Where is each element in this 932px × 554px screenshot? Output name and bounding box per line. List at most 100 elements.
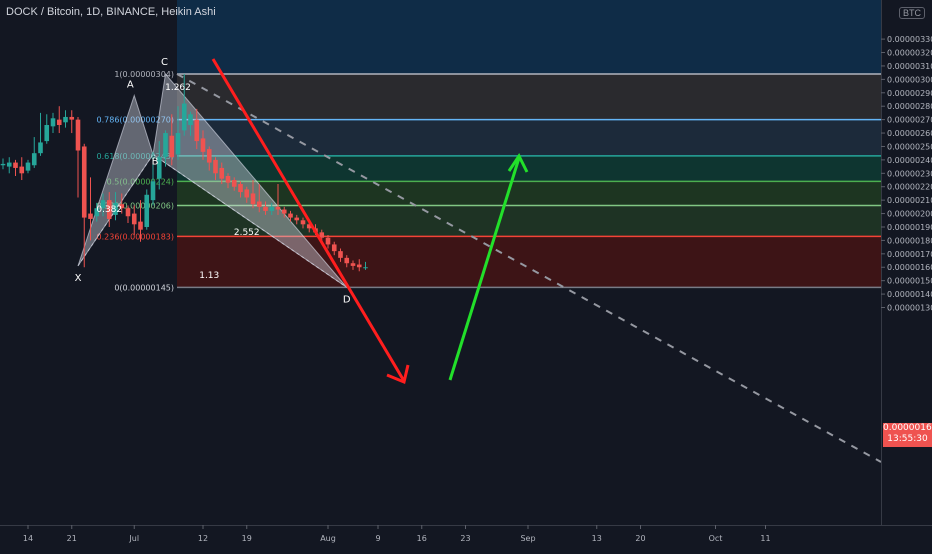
candle-body (325, 237, 331, 245)
time-tick-label: 23 (460, 534, 470, 543)
time-tick-label: 19 (242, 534, 252, 543)
candle-body (188, 114, 193, 125)
currency-badge: BTC (899, 7, 925, 19)
time-tick-label: 20 (635, 534, 645, 543)
candle-body (169, 135, 175, 158)
fib-level-label: 0.236(0.00000183) (97, 232, 175, 241)
candle-body (88, 213, 93, 219)
price-tick-label: 0.00000160 (887, 263, 932, 272)
pattern-point-label: A (127, 79, 134, 90)
candle-body (38, 142, 43, 154)
time-tick-label: 13 (592, 534, 602, 543)
candle-body (338, 251, 343, 258)
candle-body (225, 175, 231, 183)
time-tick-label: Jul (128, 534, 139, 543)
candle-body (19, 166, 25, 174)
fib-zone (177, 74, 881, 120)
candle-body (194, 119, 200, 142)
candle-body (244, 189, 250, 198)
candle-body (269, 206, 275, 211)
time-tick-label: Aug (320, 534, 336, 543)
candle-body (181, 103, 187, 131)
candle-body (44, 124, 50, 142)
price-tick-label: 0.00000190 (887, 223, 932, 232)
chart-area[interactable]: 1(0.00000304)0.786(0.00000270)0.618(0.00… (0, 0, 932, 550)
price-tick-label: 0.00000240 (887, 156, 932, 165)
pattern-ratio-label: 0.382 (96, 205, 122, 215)
candle-body (350, 263, 356, 266)
price-tick-label: 0.00000250 (887, 142, 932, 151)
price-tick-label: 0.00000270 (887, 116, 932, 125)
candle-body (138, 221, 143, 230)
candle-body (200, 138, 206, 152)
candle-body (256, 201, 262, 207)
price-tick-label: 0.00000330 (887, 35, 932, 44)
pattern-point-label: X (75, 273, 82, 284)
candle-body (50, 118, 56, 127)
time-tick-label: Oct (709, 534, 723, 543)
price-tick-label: 0.00000170 (887, 250, 932, 259)
candle-body (206, 149, 212, 163)
time-tick-label: 14 (23, 534, 33, 543)
price-tick-label: 0.00000220 (887, 183, 932, 192)
price-tick-label: 0.00000260 (887, 129, 932, 138)
fib-zone-extension (177, 0, 881, 74)
fib-zone (177, 119, 881, 156)
candle-body (6, 162, 12, 167)
price-tick-label: 0.00000320 (887, 49, 932, 58)
symbol-title[interactable]: DOCK / Bitcoin, 1D, BINANCE, Heikin Ashi (6, 6, 216, 18)
pattern-ratio-label: 1.13 (199, 271, 219, 281)
candle-body (363, 267, 368, 269)
chart-canvas[interactable]: 1(0.00000304)0.786(0.00000270)0.618(0.00… (0, 0, 932, 550)
candle-body (231, 180, 237, 187)
candle-body (288, 213, 293, 218)
candle-body (13, 162, 18, 168)
fib-level-label: 0(0.00000145) (114, 283, 174, 292)
candle-body (238, 184, 243, 193)
price-tick-label: 0.00000200 (887, 210, 932, 219)
candle-body (263, 206, 268, 211)
candle-body (125, 208, 131, 217)
candle-body (75, 119, 81, 151)
time-tick-label: 11 (760, 534, 770, 543)
last-price-tag: 0.00000160 13:55:30 (883, 423, 932, 447)
price-tick-label: 0.00000210 (887, 196, 932, 205)
bar-countdown: 13:55:30 (887, 434, 928, 444)
price-tick-label: 0.00000140 (887, 290, 932, 299)
candle-body (144, 194, 150, 227)
fib-zone (177, 181, 881, 206)
time-tick-label: 9 (375, 534, 380, 543)
fib-zone (177, 236, 881, 288)
time-tick-label: 12 (198, 534, 208, 543)
time-tick-label: 16 (417, 534, 427, 543)
price-axis[interactable]: 0.00000130 0.00000140 0.00000150 0.00000160… (881, 0, 932, 550)
price-tick-label: 0.00000150 (887, 277, 932, 286)
candle-body (131, 213, 137, 225)
candle-body (300, 220, 306, 225)
candle-body (69, 116, 75, 120)
price-tick-label: 0.00000230 (887, 169, 932, 178)
candle-body (0, 163, 6, 166)
candle-body (250, 193, 256, 205)
candle-body (31, 153, 37, 166)
time-axis[interactable]: 14 21 Jul 12 19 Aug 9 16 23 Sep 13 20 Oct 11 (0, 525, 932, 550)
candle-body (219, 167, 225, 179)
candle-body (56, 119, 62, 125)
candle-body (356, 264, 362, 268)
candle-body (175, 133, 181, 155)
candle-body (331, 244, 337, 252)
price-tick-label: 0.00000290 (887, 89, 932, 98)
candle-body (25, 162, 31, 171)
candle-body (275, 206, 281, 210)
last-price-value: 0.00000160 (883, 423, 932, 433)
candle-body (213, 159, 218, 174)
candle-body (163, 133, 168, 158)
pattern-ratio-label: 1.262 (165, 83, 191, 93)
candle-body (294, 217, 300, 221)
price-tick-label: 0.00000280 (887, 102, 932, 111)
pattern-point-label: C (161, 57, 168, 68)
time-tick-label: Sep (520, 534, 535, 543)
price-tick-label: 0.00000300 (887, 75, 932, 84)
candle-body (150, 181, 156, 201)
candle-body (81, 146, 87, 218)
